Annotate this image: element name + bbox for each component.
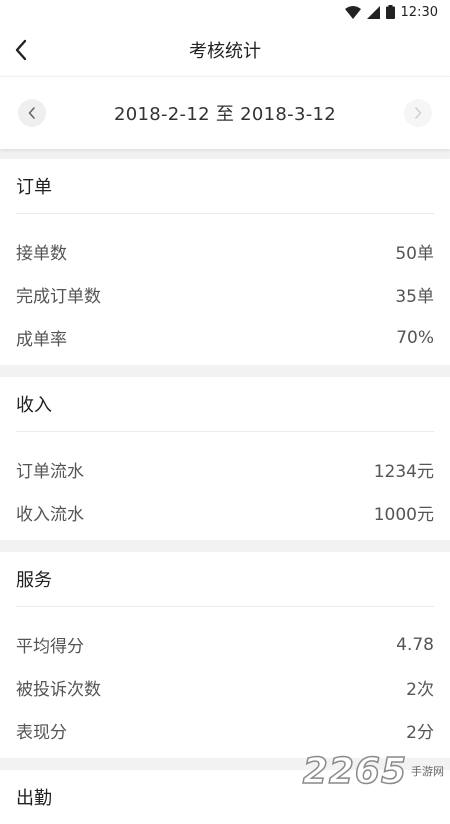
chevron-left-icon <box>28 107 35 119</box>
section-title: 订单 <box>16 159 434 214</box>
stat-row: 接单数 50单 <box>16 230 434 273</box>
stat-label: 完成订单数 <box>16 287 101 307</box>
status-time: 12:30 <box>400 4 438 20</box>
stat-label: 收入流水 <box>16 505 84 525</box>
section-service: 服务 平均得分 4.78 被投诉次数 2次 表现分 2分 <box>0 552 450 758</box>
chevron-right-icon <box>415 107 422 119</box>
stat-value: 2分 <box>406 723 434 743</box>
chevron-left-icon <box>15 39 27 61</box>
stat-label: 订单流水 <box>16 462 84 482</box>
stat-value: 70% <box>396 327 434 348</box>
stat-label: 平均得分 <box>16 637 84 657</box>
stat-value: 1000元 <box>373 505 434 525</box>
next-period-button[interactable] <box>404 99 432 127</box>
status-bar: 12:30 <box>0 0 450 24</box>
stat-label: 表现分 <box>16 723 67 743</box>
stat-row: 平均得分 4.78 <box>16 623 434 666</box>
stat-row: 订单流水 1234元 <box>16 448 434 491</box>
prev-period-button[interactable] <box>18 99 46 127</box>
stat-value: 35单 <box>395 287 434 307</box>
date-range-bar: 2018-2-12 至 2018-3-12 <box>0 76 450 149</box>
back-button[interactable] <box>14 36 38 64</box>
stat-row: 收入流水 1000元 <box>16 491 434 534</box>
section-title: 收入 <box>16 377 434 432</box>
wifi-icon <box>344 5 361 19</box>
stat-label: 接单数 <box>16 244 67 264</box>
battery-icon <box>385 5 395 19</box>
stat-row: 被投诉次数 2次 <box>16 666 434 709</box>
stat-row: 表现分 2分 <box>16 709 434 752</box>
stats-content: 订单 接单数 50单 完成订单数 35单 成单率 70% 收入 订单流水 123… <box>0 159 450 824</box>
stat-value: 1234元 <box>373 462 434 482</box>
date-range-text: 2018-2-12 至 2018-3-12 <box>113 104 337 125</box>
watermark-text: 手游网 <box>411 765 444 778</box>
stat-label: 被投诉次数 <box>16 680 101 700</box>
nav-bar: 考核统计 <box>0 24 450 76</box>
section-title: 服务 <box>16 552 434 607</box>
page-title: 考核统计 <box>189 41 261 62</box>
stat-value: 2次 <box>406 680 434 700</box>
stat-value: 50单 <box>395 244 434 264</box>
stat-row: 完成订单数 35单 <box>16 273 434 316</box>
stat-label: 成单率 <box>16 330 67 350</box>
watermark-logo: 2265 手游网 <box>302 750 444 793</box>
stat-row: 成单率 70% <box>16 316 434 359</box>
section-income: 收入 订单流水 1234元 收入流水 1000元 <box>0 377 450 540</box>
signal-icon <box>366 5 380 19</box>
section-orders: 订单 接单数 50单 完成订单数 35单 成单率 70% <box>0 159 450 365</box>
watermark-number: 2265 <box>302 750 407 793</box>
stat-value: 4.78 <box>396 634 434 655</box>
